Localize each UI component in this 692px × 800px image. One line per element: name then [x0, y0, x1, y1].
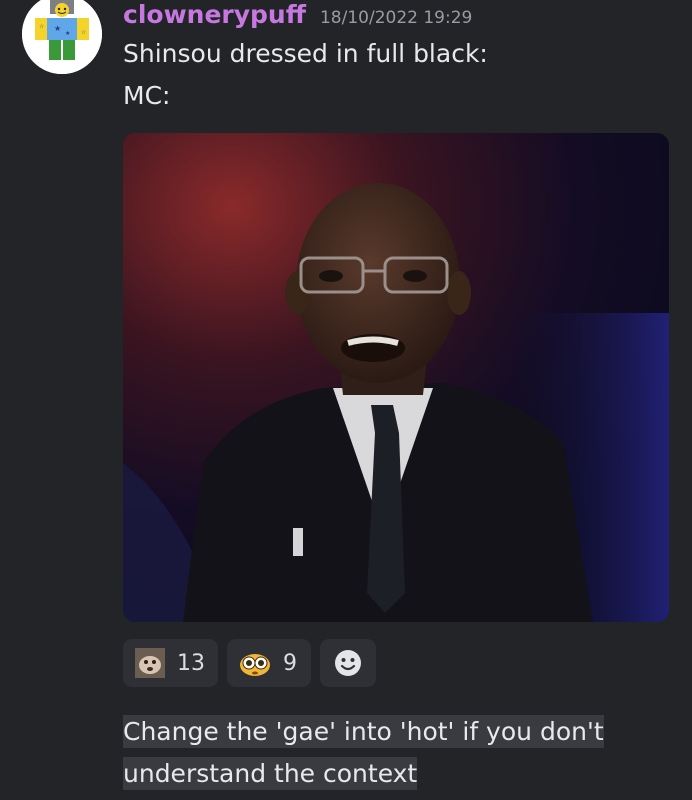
followup-message: Change the 'gae' into 'hot' if you don't… [123, 711, 604, 795]
photo-man-in-black-suit [123, 133, 669, 622]
followup-line-1: Change the 'gae' into 'hot' if you don't [123, 715, 604, 748]
chat-view: ★ ★ ☆ ☆ clownerypuff 18/10/2022 19:29 Sh… [0, 0, 692, 800]
svg-text:☆: ☆ [39, 23, 44, 30]
svg-text:★: ★ [65, 30, 70, 37]
add-reaction-smiley-icon [335, 650, 361, 676]
custom-emoji-dog-face-icon [135, 648, 165, 678]
flushed-eyes-emoji-icon [240, 654, 270, 676]
roblox-avatar-icon: ★ ★ ☆ ☆ [22, 0, 102, 74]
timestamp: 18/10/2022 19:29 [319, 8, 473, 28]
username[interactable]: clownerypuff [123, 0, 306, 30]
image-attachment[interactable] [123, 133, 669, 622]
message-text-line-1: Shinsou dressed in full black: [123, 39, 488, 68]
reaction-flushed-eyes[interactable]: 9 [227, 639, 311, 687]
reaction-dog-face[interactable]: 13 [123, 639, 218, 687]
reaction-count: 13 [177, 650, 205, 676]
add-reaction-button[interactable] [320, 639, 376, 687]
user-avatar[interactable]: ★ ★ ☆ ☆ [22, 0, 102, 74]
message-header: clownerypuff 18/10/2022 19:29 [123, 0, 472, 32]
followup-line-2: understand the context [123, 757, 418, 790]
reaction-count: 9 [283, 650, 297, 676]
svg-text:★: ★ [54, 24, 61, 33]
reaction-bar: 13 9 [123, 639, 376, 687]
message-text-line-2: MC: [123, 81, 171, 110]
svg-text:☆: ☆ [81, 29, 86, 36]
